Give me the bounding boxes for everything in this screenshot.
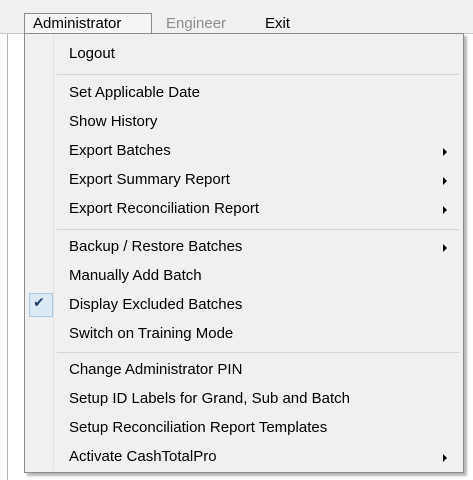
menu-separator: [57, 74, 459, 75]
menu-item-backup-restore-batches[interactable]: Backup / Restore Batches: [27, 234, 461, 260]
menu-item-label: Export Reconciliation Report: [69, 200, 260, 217]
menu-item-label: Manually Add Batch: [69, 267, 202, 284]
chevron-right-icon: [443, 206, 447, 214]
menu-item-export-batches[interactable]: Export Batches: [27, 138, 461, 164]
menu-item-export-reconciliation-report[interactable]: Export Reconciliation Report: [27, 196, 461, 222]
window-left-edge: [7, 34, 8, 480]
menubar-item-engineer: Engineer: [166, 15, 227, 32]
checkmark-icon: ✔: [33, 295, 45, 311]
administrator-dropdown-menu: Logout Set Applicable Date Show History …: [24, 33, 464, 473]
menu-item-switch-on-training-mode[interactable]: Switch on Training Mode: [27, 321, 461, 347]
menu-separator: [57, 229, 459, 230]
menu-item-label: Logout: [69, 45, 115, 62]
menu-item-display-excluded-batches[interactable]: ✔ Display Excluded Batches: [27, 292, 461, 318]
menu-item-label: Export Batches: [69, 142, 171, 159]
menu-item-label: Setup Reconciliation Report Templates: [69, 419, 328, 436]
menu-item-label: Export Summary Report: [69, 171, 230, 188]
menu-item-label: Set Applicable Date: [69, 84, 200, 101]
menu-separator: [57, 352, 459, 353]
menu-item-show-history[interactable]: Show History: [27, 109, 461, 135]
menu-item-label: Backup / Restore Batches: [69, 238, 243, 255]
menu-item-label: Display Excluded Batches: [69, 296, 243, 313]
menu-item-change-administrator-pin[interactable]: Change Administrator PIN: [27, 357, 461, 383]
menu-item-set-applicable-date[interactable]: Set Applicable Date: [27, 80, 461, 106]
menu-item-label: Change Administrator PIN: [69, 361, 243, 378]
chevron-right-icon: [443, 454, 447, 462]
menu-item-label: Show History: [69, 113, 158, 130]
menu-item-setup-id-labels[interactable]: Setup ID Labels for Grand, Sub and Batch: [27, 386, 461, 412]
chevron-right-icon: [443, 244, 447, 252]
chevron-right-icon: [443, 148, 447, 156]
menu-item-export-summary-report[interactable]: Export Summary Report: [27, 167, 461, 193]
menu-item-manually-add-batch[interactable]: Manually Add Batch: [27, 263, 461, 289]
menu-item-label: Activate CashTotalPro: [69, 448, 217, 465]
menu-item-logout[interactable]: Logout: [27, 41, 461, 67]
menubar-item-exit[interactable]: Exit: [265, 14, 290, 34]
menu-item-setup-reconciliation-report-templates[interactable]: Setup Reconciliation Report Templates: [27, 415, 461, 441]
menu-item-label: Setup ID Labels for Grand, Sub and Batch: [69, 390, 351, 407]
menubar-item-administrator[interactable]: Administrator: [24, 13, 152, 34]
menu-item-activate-cashtotalpro[interactable]: Activate CashTotalPro: [27, 444, 461, 470]
menu-item-label: Switch on Training Mode: [69, 325, 234, 342]
chevron-right-icon: [443, 177, 447, 185]
